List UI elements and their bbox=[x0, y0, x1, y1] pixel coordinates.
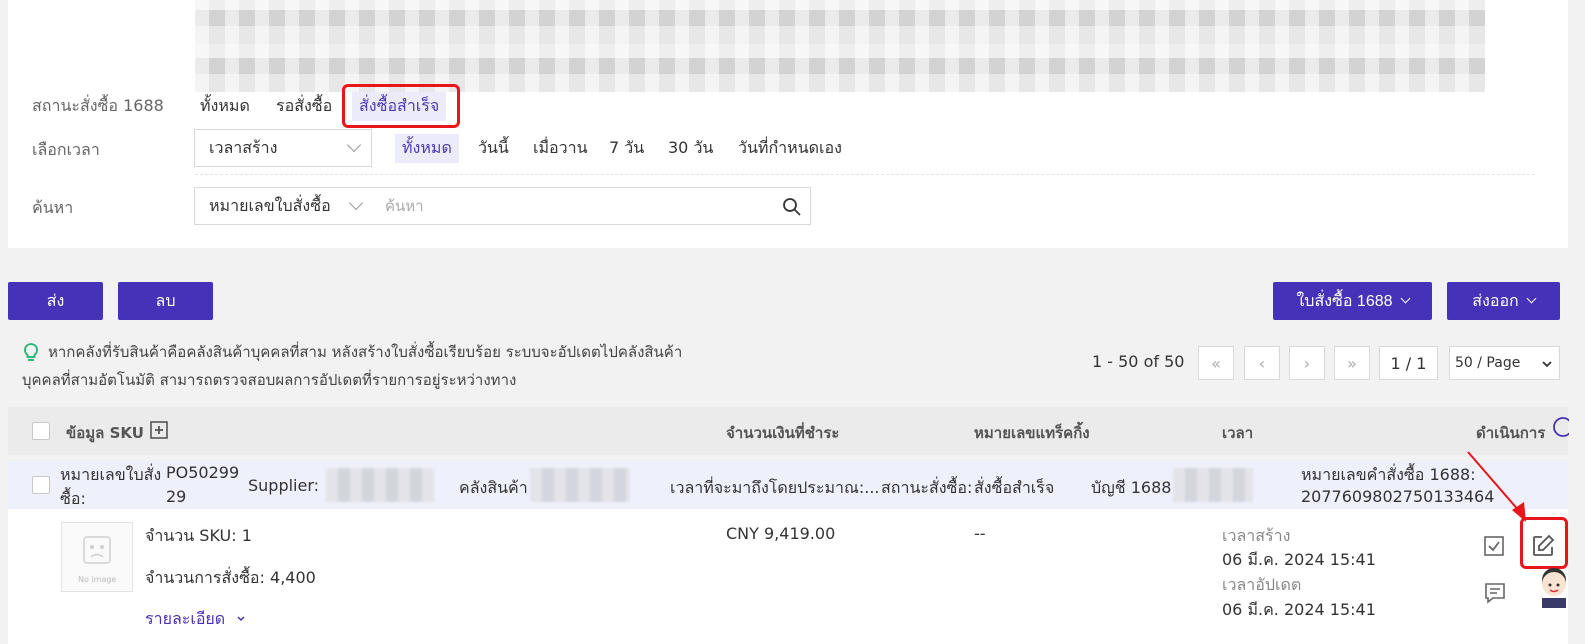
order-checkbox[interactable] bbox=[32, 476, 50, 494]
column-settings-icon[interactable] bbox=[1551, 417, 1569, 439]
edit-icon[interactable] bbox=[1530, 533, 1556, 559]
time-type-select[interactable]: เวลาสร้าง bbox=[194, 129, 372, 167]
header-amount: จำนวนเงินที่ชำระ bbox=[726, 424, 840, 442]
confirm-check-icon[interactable] bbox=[1483, 535, 1505, 557]
header-tracking: หมายเลขแทร็คกิ้ง bbox=[974, 424, 1090, 442]
tracking-number: -- bbox=[974, 524, 986, 543]
time-option-all[interactable]: ทั้งหมด bbox=[395, 134, 459, 163]
search-input[interactable]: ค้นหา bbox=[373, 187, 811, 225]
page-size-value: 50 / Page bbox=[1455, 355, 1521, 371]
product-thumbnail[interactable]: No image bbox=[61, 522, 133, 592]
header-sku-info: ข้อมูล SKU bbox=[66, 424, 144, 442]
prev-page-icon[interactable]: ‹ bbox=[1244, 346, 1280, 380]
supplier-label: Supplier: bbox=[248, 476, 320, 495]
order-amount: CNY 9,419.00 bbox=[726, 524, 836, 543]
order1688-label: หมายเลขคำสั่งซื้อ 1688: bbox=[1301, 465, 1476, 484]
status-label: สถานะสั่งซื้อ: bbox=[881, 478, 973, 497]
table-header: ข้อมูล SKU จำนวนเงินที่ชำระ หมายเลขแทร็ค… bbox=[8, 407, 1569, 455]
export-label: ส่งออก bbox=[1472, 292, 1519, 310]
search-icon[interactable] bbox=[782, 197, 802, 217]
next-page-icon[interactable]: › bbox=[1289, 346, 1325, 380]
order-row-header: หมายเลขใบสั่ง ซื้อ: PO50299 29 Supplier:… bbox=[8, 461, 1568, 509]
time-filter-label: เลือกเวลา bbox=[32, 140, 100, 159]
delete-button[interactable]: ลบ bbox=[118, 282, 213, 320]
highlight-box bbox=[342, 84, 460, 128]
created-label: เวลาสร้าง bbox=[1222, 526, 1291, 545]
search-field-select[interactable]: หมายเลขใบสั่งซื้อ bbox=[194, 187, 374, 225]
warehouse-blurred bbox=[530, 468, 630, 502]
divider bbox=[195, 174, 1535, 175]
search-label: ค้นหา bbox=[32, 198, 74, 217]
chevron-down-icon bbox=[348, 195, 364, 211]
header-action: ดำเนินการ bbox=[1476, 424, 1546, 442]
status-option-all[interactable]: ทั้งหมด bbox=[200, 94, 250, 119]
time-option-custom[interactable]: วันที่กำหนดเอง bbox=[738, 136, 842, 161]
blurred-region bbox=[195, 0, 1485, 92]
last-page-icon[interactable]: » bbox=[1334, 346, 1370, 380]
chevron-down-icon bbox=[1526, 293, 1537, 304]
po-label-line1: หมายเลขใบสั่ง bbox=[60, 465, 162, 484]
search-placeholder: ค้นหา bbox=[385, 197, 424, 215]
status-option-pending[interactable]: รอสั่งซื้อ bbox=[276, 94, 332, 119]
order-row-body: No image จำนวน SKU: 1 จำนวนการสั่งซื้อ: … bbox=[8, 509, 1568, 644]
updated-label: เวลาอัปเดต bbox=[1222, 575, 1302, 594]
chevron-down-icon bbox=[1400, 293, 1410, 304]
po-number-line1: PO50299 bbox=[166, 463, 240, 482]
notice-line-2: บุคคลที่สามอัตโนมัติ สามารถตรวจสอบผลการอ… bbox=[22, 371, 517, 389]
account-blurred bbox=[1173, 468, 1253, 502]
time-option-today[interactable]: วันนี้ bbox=[478, 136, 509, 161]
select-all-checkbox[interactable] bbox=[32, 422, 50, 440]
customer-service-avatar-icon[interactable] bbox=[1534, 568, 1570, 608]
page-input[interactable]: 1 / 1 bbox=[1379, 346, 1438, 380]
time-option-7days[interactable]: 7 วัน bbox=[609, 136, 644, 161]
account-label: บัญชี 1688 bbox=[1091, 478, 1172, 497]
page-size-select[interactable]: 50 / Page bbox=[1449, 346, 1560, 380]
send-button[interactable]: ส่ง bbox=[8, 282, 103, 320]
pagination-info: 1 - 50 of 50 bbox=[1092, 352, 1185, 371]
export-dropdown-button[interactable]: ส่งออก bbox=[1447, 282, 1560, 320]
lightbulb-icon bbox=[24, 343, 38, 361]
status-value: สั่งซื้อสำเร็จ bbox=[974, 478, 1055, 497]
warehouse-label: คลังสินค้า bbox=[459, 478, 528, 497]
order-quantity: จำนวนการสั่งซื้อ: 4,400 bbox=[145, 568, 316, 587]
chevron-down-icon bbox=[237, 616, 245, 622]
notice: หากคลังที่รับสินค้าคือคลังสินค้าบุคคลที่… bbox=[22, 338, 752, 394]
detail-link[interactable]: รายละเอียด bbox=[145, 607, 246, 632]
expand-plus-icon[interactable] bbox=[150, 421, 168, 439]
notice-line-1: หากคลังที่รับสินค้าคือคลังสินค้าบุคคลที่… bbox=[48, 343, 683, 361]
supplier-blurred bbox=[326, 468, 434, 502]
updated-time: 06 มี.ค. 2024 15:41 bbox=[1222, 600, 1376, 619]
po1688-label: ใบสั่งซื้อ 1688 bbox=[1296, 292, 1393, 310]
sku-count: จำนวน SKU: 1 bbox=[145, 526, 252, 545]
search-field-value: หมายเลขใบสั่งซื้อ bbox=[209, 195, 331, 215]
chevron-down-icon bbox=[346, 137, 362, 153]
eta-label: เวลาที่จะมาถึงโดยประมาณ:... bbox=[670, 478, 880, 497]
detail-link-label: รายละเอียด bbox=[145, 609, 226, 628]
created-time: 06 มี.ค. 2024 15:41 bbox=[1222, 550, 1376, 569]
chevron-down-icon bbox=[1542, 361, 1552, 368]
time-option-yesterday[interactable]: เมื่อวาน bbox=[533, 136, 588, 161]
status-filter-label: สถานะสั่งซื้อ 1688 bbox=[32, 96, 164, 115]
header-time: เวลา bbox=[1222, 424, 1254, 442]
po-number-line2: 29 bbox=[166, 487, 187, 506]
time-type-value: เวลาสร้าง bbox=[209, 137, 278, 157]
time-option-30days[interactable]: 30 วัน bbox=[668, 136, 713, 161]
first-page-icon[interactable]: « bbox=[1198, 346, 1234, 380]
po1688-dropdown-button[interactable]: ใบสั่งซื้อ 1688 bbox=[1273, 282, 1432, 320]
annotation-arrow bbox=[1467, 451, 1526, 522]
no-image-text: No image bbox=[78, 575, 117, 584]
comment-icon[interactable] bbox=[1483, 581, 1507, 605]
